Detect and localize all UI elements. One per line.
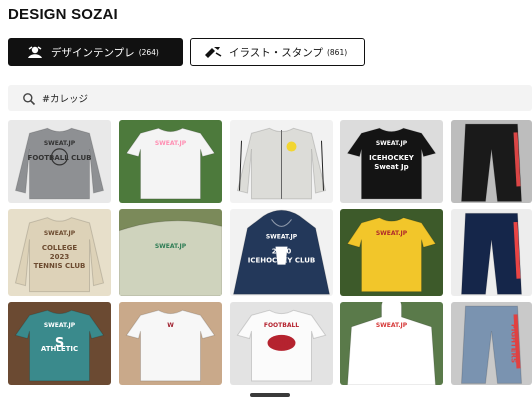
svg-text:SWEAT.JP: SWEAT.JP: [376, 230, 408, 237]
garment-shape: [119, 220, 222, 296]
garment-shape: [125, 309, 216, 382]
product-card[interactable]: SWEAT.JP 2020 ICEHOCKEY CLUB: [230, 209, 333, 296]
svg-text:2020: 2020: [272, 248, 292, 256]
garment-shape: [460, 123, 523, 202]
svg-text:ATHLETIC: ATHLETIC: [41, 345, 78, 353]
product-thumbnail: [460, 212, 523, 295]
product-card[interactable]: SWEAT.JP: [119, 209, 222, 296]
product-thumbnail: SWEAT.JP: [346, 217, 437, 293]
product-card[interactable]: SWEAT.JP: [340, 209, 443, 296]
product-card[interactable]: [230, 120, 333, 203]
product-thumbnail: [460, 123, 523, 202]
product-thumbnail: SWEAT.JP FOOTBALL CLUB: [14, 127, 105, 200]
svg-text:SWEAT.JP: SWEAT.JP: [44, 140, 76, 147]
garment-shape: [14, 127, 105, 200]
product-thumbnail: SWEAT.JP COLLEGE2023TENNIS CLUB: [14, 217, 105, 293]
product-thumbnail: SWEAT.JP ICEHOCKEYSweat Jp: [346, 127, 437, 200]
product-card[interactable]: SWEAT.JP ICEHOCKEY Sweat Jp: [340, 120, 443, 203]
svg-text:SWEAT.JP: SWEAT.JP: [376, 322, 408, 329]
product-thumbnail: SWEAT.JP: [125, 127, 216, 200]
product-thumbnail: SWEAT.JP: [119, 220, 222, 296]
svg-text:W: W: [167, 322, 174, 329]
svg-text:FOOTBALL CLUB: FOOTBALL CLUB: [28, 154, 92, 162]
product-grid: SWEAT.JP FOOTBALL CLUB SWEAT.JP SWEAT.JP ICE…: [0, 0, 532, 398]
product-card[interactable]: [451, 209, 532, 296]
product-thumbnail: [236, 127, 327, 200]
product-thumbnail: W: [125, 309, 216, 382]
svg-text:ICEHOCKEY CLUB: ICEHOCKEY CLUB: [248, 257, 316, 265]
product-card[interactable]: W: [119, 302, 222, 385]
product-card[interactable]: FOOTBALL 20: [230, 302, 333, 385]
product-card[interactable]: FIGHTERS: [451, 302, 532, 385]
svg-text:2023: 2023: [50, 253, 70, 261]
svg-text:20: 20: [272, 336, 290, 351]
product-card[interactable]: [451, 120, 532, 203]
product-thumbnail: FIGHTERS: [460, 305, 523, 384]
product-card[interactable]: SWEAT.JP COLLEGE 2023 TENNIS CLUB: [8, 209, 111, 296]
svg-text:FIGHTERS: FIGHTERS: [510, 324, 518, 363]
garment-shape: [460, 212, 523, 295]
svg-text:SWEAT.JP: SWEAT.JP: [376, 140, 408, 147]
svg-text:SWEAT.JP: SWEAT.JP: [266, 234, 298, 241]
svg-text:SWEAT.JP: SWEAT.JP: [155, 243, 187, 250]
product-card[interactable]: SWEAT.JP: [340, 302, 443, 385]
svg-text:Sweat Jp: Sweat Jp: [374, 163, 408, 171]
product-card[interactable]: SWEAT.JP: [119, 120, 222, 203]
product-thumbnail: SWEAT.JP: [346, 302, 437, 385]
garment-shape: [125, 127, 216, 200]
product-thumbnail: SWEAT.JPSATHLETIC: [14, 309, 105, 382]
product-thumbnail: FOOTBALL 20: [236, 309, 327, 382]
garment-shape: [346, 217, 437, 293]
product-thumbnail: SWEAT.JP 2020ICEHOCKEY CLUB: [232, 209, 331, 295]
garment-shape: [346, 302, 437, 385]
scroll-indicator[interactable]: [250, 393, 290, 397]
svg-text:SWEAT.JP: SWEAT.JP: [44, 230, 76, 237]
svg-text:ICEHOCKEY: ICEHOCKEY: [369, 154, 415, 162]
svg-text:COLLEGE: COLLEGE: [42, 244, 78, 252]
svg-text:TENNIS CLUB: TENNIS CLUB: [34, 262, 86, 270]
svg-text:SWEAT.JP: SWEAT.JP: [155, 140, 187, 147]
svg-text:SWEAT.JP: SWEAT.JP: [44, 322, 76, 329]
svg-text:FOOTBALL: FOOTBALL: [264, 322, 299, 329]
product-card[interactable]: SWEAT.JP FOOTBALL CLUB: [8, 120, 111, 203]
product-card[interactable]: SWEAT.JP S ATHLETIC: [8, 302, 111, 385]
